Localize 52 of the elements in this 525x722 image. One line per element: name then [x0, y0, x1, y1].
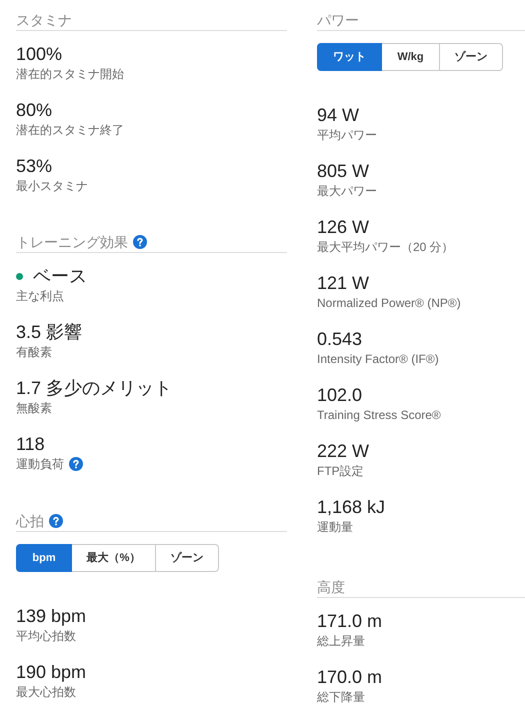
stat-label: 総上昇量: [317, 633, 365, 650]
stat-label: 最大平均パワー（20 分）: [317, 239, 454, 256]
segment-tab[interactable]: W/kg: [382, 43, 440, 71]
stat-label: 最小スタミナ: [16, 178, 88, 195]
stat-label: 有酸素: [16, 344, 52, 361]
stat-label: 運動量: [317, 519, 353, 536]
stat-label: 最大心拍数: [16, 684, 76, 701]
stat-label: Intensity Factor® (IF®): [317, 351, 439, 368]
help-icon[interactable]: [49, 514, 63, 528]
stat-value: 0.543: [317, 328, 362, 350]
stat-value: 94 W: [317, 104, 360, 126]
stat-value: 190 bpm: [16, 661, 86, 683]
stat-value: 1.7 多少のメリット: [16, 377, 172, 399]
stat-value: 118: [16, 433, 45, 455]
section-title: スタミナ: [16, 11, 72, 30]
segment-tab[interactable]: ワット: [317, 43, 382, 71]
segment-tab[interactable]: ゾーン: [156, 544, 219, 572]
stat-value: 3.5 影響: [16, 321, 82, 343]
segment-tab[interactable]: 最大（%）: [72, 544, 156, 572]
stat-label: 運動負荷: [16, 456, 64, 473]
stat-label: Normalized Power® (NP®): [317, 295, 461, 312]
section-title: パワー: [317, 11, 359, 30]
section-title: 高度: [317, 578, 345, 597]
stat-label: 平均心拍数: [16, 628, 76, 645]
stat-value: 102.0: [317, 384, 362, 406]
stat-value: 139 bpm: [16, 605, 86, 627]
segment-tab[interactable]: ゾーン: [440, 43, 503, 71]
stat-label: 平均パワー: [317, 127, 377, 144]
stat-label: 潜在的スタミナ開始: [16, 66, 124, 83]
stat-value: 121 W: [317, 272, 370, 294]
stat-value: 170.0 m: [317, 666, 382, 688]
stat-value: 805 W: [317, 160, 370, 182]
stat-value: 53%: [16, 155, 52, 177]
stat-label: 主な利点: [16, 288, 64, 305]
stat-label: FTP設定: [317, 463, 364, 480]
section-title: 心拍: [16, 512, 44, 531]
stat-label: 潜在的スタミナ終了: [16, 122, 124, 139]
stat-value: ベース: [33, 265, 87, 287]
stat-value: 100%: [16, 43, 62, 65]
help-icon[interactable]: [69, 457, 83, 471]
stat-value: 80%: [16, 99, 52, 121]
stat-label: Training Stress Score®: [317, 407, 441, 424]
help-icon[interactable]: [133, 235, 147, 249]
stat-label: 最大パワー: [317, 183, 377, 200]
stat-label: 総下降量: [317, 689, 365, 706]
segment-tab[interactable]: bpm: [16, 544, 72, 572]
section-title: トレーニング効果: [16, 233, 128, 252]
stat-value: 126 W: [317, 216, 370, 238]
stat-value: 171.0 m: [317, 610, 382, 632]
stat-value: 1,168 kJ: [317, 496, 386, 518]
stat-value: 222 W: [317, 440, 370, 462]
stat-label: 無酸素: [16, 400, 52, 417]
